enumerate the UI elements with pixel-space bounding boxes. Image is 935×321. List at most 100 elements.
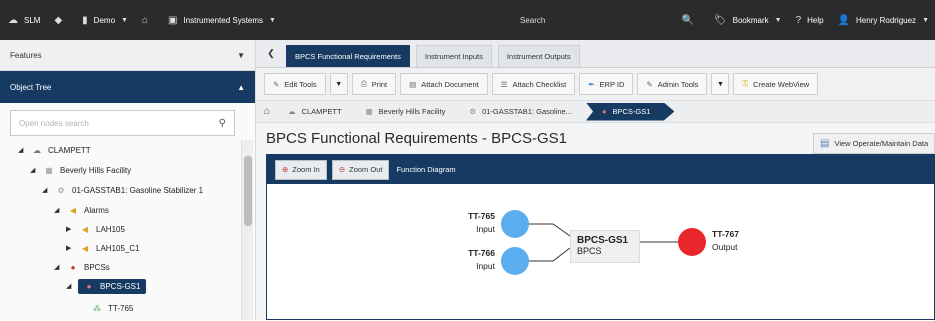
- top-bar: ☁ SLM ◆ ▮ Demo ▼ ⌂ ▣ Instrumented System…: [0, 0, 935, 40]
- tree-node-label: BPCSs: [84, 262, 110, 272]
- button-label: View Operate/Maintain Data: [834, 139, 929, 148]
- erp-id-button[interactable]: ✒ ERP ID: [579, 73, 634, 95]
- tab-instrument-outputs[interactable]: Instrument Outputs: [497, 45, 580, 67]
- tree-node-alarms[interactable]: ◢ ◀ Alarms: [54, 202, 109, 218]
- tree-node-label: Beverly Hills Facility: [60, 165, 132, 175]
- node-tag: TT-765: [468, 211, 495, 221]
- node-tag: TT-766: [468, 248, 495, 258]
- attach-checklist-button[interactable]: ☰ Attach Checklist: [491, 73, 576, 95]
- breadcrumb-label: CLAMPETT: [301, 107, 342, 116]
- facility-icon: ▦: [365, 107, 373, 116]
- bpcs-icon: ●: [70, 262, 76, 272]
- collapsed-arrow-icon[interactable]: ▶: [66, 225, 78, 233]
- selected-node-pill[interactable]: ● BPCS-GS1: [78, 278, 147, 294]
- zoom-in-button[interactable]: ⊕ Zoom In: [275, 159, 327, 180]
- tree-node-gasstab[interactable]: ◢ ⚙ 01-GASSTAB1: Gasoline Stabilizer 1: [42, 182, 203, 198]
- bpcs-icon: ●: [86, 281, 92, 291]
- edit-tools-button[interactable]: ✎ Edit Tools: [264, 73, 326, 95]
- layers-menu[interactable]: ◆: [54, 15, 68, 26]
- tree-node-lah105-c1[interactable]: ▶ ◀ LAH105_C1: [66, 240, 140, 256]
- object-tree-header[interactable]: Object Tree ▲: [0, 71, 255, 103]
- function-node-bpcs-gs1[interactable]: BPCS-GS1 BPCS: [570, 230, 640, 263]
- input-node-tt765[interactable]: [501, 210, 529, 238]
- cloud-icon: ☁: [33, 145, 41, 155]
- app-name: SLM: [24, 15, 41, 25]
- zoom-out-icon: ⊖: [338, 165, 346, 174]
- breadcrumb-facility[interactable]: ▦ Beverly Hills Facility: [356, 103, 460, 121]
- chevron-down-icon: ▼: [922, 16, 929, 24]
- sidebar: Features ▼ Object Tree ▲ Open nodes sear…: [0, 40, 256, 320]
- breadcrumb-clampett[interactable]: ☁ CLAMPETT: [278, 103, 356, 121]
- input-node-tt766[interactable]: [501, 247, 529, 275]
- collapsed-arrow-icon[interactable]: ▶: [66, 244, 78, 252]
- tree-node-clampett[interactable]: ◢ ☁ CLAMPETT: [18, 142, 91, 158]
- tree-node-tt765[interactable]: ⁂ TT-765: [90, 300, 133, 316]
- site-selector[interactable]: ▮ Demo ▼: [82, 15, 128, 26]
- breadcrumb-label: BPCS-GS1: [612, 107, 651, 116]
- search-button[interactable]: 🔍: [681, 15, 699, 26]
- cloud-icon: ☁: [8, 14, 18, 26]
- home-icon: ⌂: [264, 106, 271, 117]
- tree-scrollbar[interactable]: [241, 140, 253, 320]
- expanded-arrow-icon[interactable]: ◢: [66, 282, 78, 290]
- function-diagram-panel: ⊕ Zoom In ⊖ Zoom Out Function Diagram TT…: [266, 154, 935, 320]
- tab-bpcs-functional-requirements[interactable]: BPCS Functional Requirements: [286, 45, 410, 67]
- tree-node-label: 01-GASSTAB1: Gasoline Stabilizer 1: [72, 185, 204, 195]
- user-menu[interactable]: 👤 Henry Rodriguez ▼: [838, 15, 929, 26]
- expanded-arrow-icon[interactable]: ◢: [42, 186, 54, 194]
- zoom-out-button[interactable]: ⊖ Zoom Out: [331, 159, 390, 180]
- bookmark-menu[interactable]: 🏷 Bookmark ▼: [714, 15, 782, 26]
- main-panel: ❮ BPCS Functional Requirements Instrumen…: [256, 40, 935, 320]
- back-button[interactable]: ❮: [262, 39, 280, 67]
- home-button[interactable]: ⌂: [142, 15, 154, 26]
- search-icon: ⚲: [218, 117, 226, 129]
- tab-label: Instrument Outputs: [506, 52, 571, 61]
- admin-tools-dropdown[interactable]: ▼: [711, 73, 730, 95]
- breadcrumb-gasstab[interactable]: ⚙ 01-GASSTAB1: Gasoline...: [459, 103, 586, 121]
- chevron-left-icon: ❮: [267, 47, 275, 58]
- button-label: Attach Document: [421, 79, 479, 89]
- help-button[interactable]: ? Help: [796, 15, 824, 26]
- tree-node-lah105[interactable]: ▶ ◀ LAH105: [66, 221, 125, 237]
- create-webview-button[interactable]: ⚿ Create WebView: [733, 73, 819, 95]
- link-tt765-bpcs: [529, 223, 571, 237]
- breadcrumb: ⌂ ☁ CLAMPETT ▦ Beverly Hills Facility ⚙ …: [256, 101, 935, 123]
- view-operate-maintain-button[interactable]: ▤ View Operate/Maintain Data: [813, 133, 935, 154]
- tree-node-bpcss[interactable]: ◢ ● BPCSs: [54, 259, 110, 275]
- print-button[interactable]: ⎙ Print: [351, 73, 397, 95]
- breadcrumb-bpcs-gs1[interactable]: ● BPCS-GS1: [585, 102, 675, 121]
- app-menu[interactable]: ☁ SLM: [8, 15, 40, 26]
- help-label: Help: [807, 15, 824, 25]
- tree-search-input[interactable]: Open nodes search ⚲: [10, 110, 235, 136]
- tree-node-bpcs-gs1[interactable]: ◢ ● BPCS-GS1: [66, 278, 147, 294]
- admin-tools-button[interactable]: ✎ Admin Tools: [637, 73, 708, 95]
- chevron-down-icon: ▼: [335, 80, 343, 88]
- node-tag: BPCS-GS1: [577, 235, 629, 246]
- data-sheet-icon: ▤: [820, 138, 830, 149]
- expanded-arrow-icon[interactable]: ◢: [30, 166, 42, 174]
- input-node-label-tt766: TT-766 Input: [443, 247, 495, 273]
- bpcs-icon: ●: [601, 107, 607, 116]
- button-label: Edit Tools: [284, 79, 317, 89]
- expanded-arrow-icon[interactable]: ◢: [54, 206, 66, 214]
- edit-tools-dropdown[interactable]: ▼: [329, 73, 348, 95]
- chevron-down-icon: ▼: [774, 16, 782, 24]
- button-label: Zoom Out: [349, 165, 383, 174]
- global-search[interactable]: Search: [520, 0, 545, 40]
- attach-document-button[interactable]: ▤ Attach Document: [400, 73, 488, 95]
- cloud-icon: ☁: [288, 107, 296, 116]
- tab-label: Instrument Inputs: [424, 52, 483, 61]
- features-header[interactable]: Features ▼: [0, 40, 255, 71]
- node-type: Output: [712, 242, 738, 252]
- scrollbar-thumb[interactable]: [244, 156, 252, 226]
- tree-node-facility[interactable]: ◢ ▦ Beverly Hills Facility: [30, 162, 131, 178]
- output-node-tt767[interactable]: [678, 228, 706, 256]
- expanded-arrow-icon[interactable]: ◢: [18, 146, 30, 154]
- breadcrumb-home[interactable]: ⌂: [262, 103, 278, 121]
- tree-node-label: Alarms: [84, 205, 109, 215]
- expanded-arrow-icon[interactable]: ◢: [54, 263, 66, 271]
- module-selector[interactable]: ▣ Instrumented Systems ▼: [168, 15, 276, 26]
- button-label: Print: [371, 79, 388, 89]
- chevron-up-icon: ▲: [237, 82, 245, 92]
- tab-instrument-inputs[interactable]: Instrument Inputs: [415, 45, 492, 67]
